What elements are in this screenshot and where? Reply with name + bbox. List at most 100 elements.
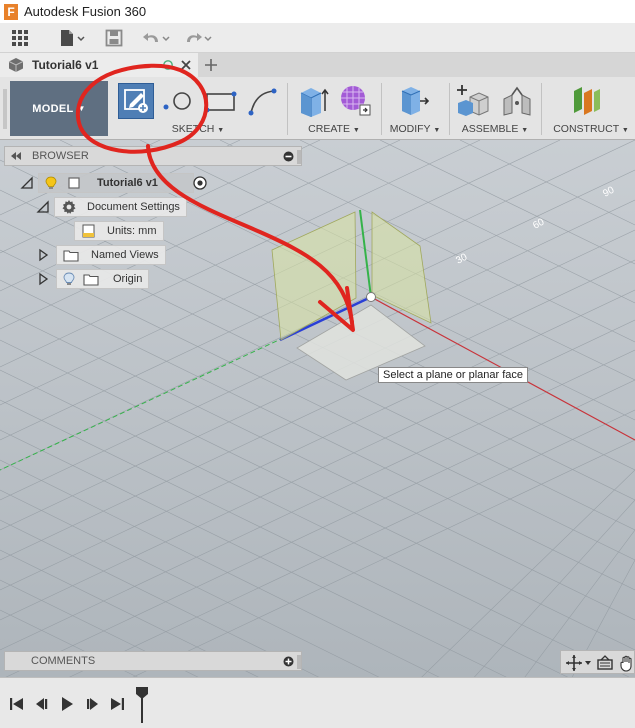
modify-group-menu[interactable]: MODIFY ▼	[386, 123, 444, 135]
arc-tool-button[interactable]	[246, 85, 280, 119]
redo-icon	[187, 32, 212, 42]
timeline-bar	[0, 677, 635, 728]
origin-box[interactable]: Origin	[56, 269, 150, 289]
document-settings-label: Document Settings	[87, 201, 180, 213]
file-menu-button[interactable]	[52, 25, 94, 51]
comments-title: COMMENTS	[31, 655, 96, 667]
skip-to-start-icon	[10, 698, 23, 710]
caret-down-icon: ▼	[217, 127, 225, 134]
caret-down-icon: ▼	[352, 127, 360, 134]
browser-header[interactable]: BROWSER	[4, 146, 302, 166]
document-tab[interactable]: Tutorial6 v1	[0, 53, 198, 77]
caret-down-icon: ▼	[521, 127, 529, 134]
toolbar-separator	[541, 83, 542, 135]
press-pull-button[interactable]	[396, 83, 430, 117]
plus-icon	[205, 59, 217, 71]
add-comment-icon[interactable]	[283, 656, 294, 667]
expand-triangle-icon[interactable]	[36, 200, 50, 214]
save-icon	[105, 29, 123, 46]
folder-icon	[83, 274, 99, 286]
data-panel-button[interactable]	[0, 25, 40, 51]
minus-circle-icon[interactable]	[283, 151, 294, 162]
collapsed-triangle-icon[interactable]	[36, 248, 50, 262]
create-group-menu[interactable]: CREATE ▼	[300, 123, 368, 135]
collapsed-triangle-icon[interactable]	[36, 272, 50, 286]
undo-button[interactable]	[140, 25, 176, 51]
redo-button[interactable]	[182, 25, 218, 51]
timeline-next-button[interactable]	[83, 695, 101, 713]
circle-tool-button[interactable]	[160, 85, 194, 119]
tree-root-label: Tutorial6 v1	[97, 177, 158, 189]
modify-group-label: MODIFY	[389, 123, 431, 135]
press-pull-icon	[401, 87, 430, 115]
sketch-group-menu[interactable]: SKETCH ▼	[166, 123, 230, 135]
form-sculpt-icon	[341, 86, 371, 116]
assemble-group-menu[interactable]: ASSEMBLE ▼	[455, 123, 535, 135]
saved-status-icon	[163, 60, 173, 70]
save-button[interactable]	[98, 25, 130, 51]
create-group-label: CREATE	[308, 123, 350, 135]
timeline-previous-button[interactable]	[33, 695, 51, 713]
named-views-box[interactable]: Named Views	[56, 245, 166, 265]
toolbar-grip-icon	[3, 89, 7, 129]
orbit-icon[interactable]	[565, 654, 583, 672]
toolbar-separator	[287, 83, 288, 135]
create-sketch-button[interactable]	[118, 83, 154, 119]
tree-item-named-views[interactable]: Named Views	[36, 245, 166, 265]
joint-button[interactable]	[500, 83, 534, 117]
window-title: Autodesk Fusion 360	[24, 4, 147, 19]
origin-point[interactable]	[366, 292, 376, 302]
origin-label: Origin	[113, 273, 143, 285]
extrude-button[interactable]	[296, 83, 330, 117]
expand-triangle-icon[interactable]	[20, 176, 34, 190]
toolbar-separator	[449, 83, 450, 135]
main-toolbar: MODEL ▼ SKETCH ▼ CREATE ▼ MODIFY ▼ ASSEM…	[0, 77, 635, 140]
tree-item-document-settings[interactable]: Document Settings	[36, 197, 187, 217]
folder-icon	[63, 250, 79, 262]
timeline-play-button[interactable]	[58, 695, 76, 713]
close-tab-icon[interactable]	[180, 59, 192, 71]
lightbulb-icon[interactable]	[45, 176, 57, 190]
new-tab-button[interactable]	[198, 53, 224, 77]
lightbulb-off-icon[interactable]	[63, 272, 75, 286]
tree-item-origin[interactable]: Origin	[36, 269, 150, 289]
collapse-panel-icon[interactable]	[10, 151, 22, 161]
tree-root-box[interactable]: Tutorial6 v1	[38, 173, 194, 193]
document-settings-box[interactable]: Document Settings	[54, 197, 187, 217]
timeline-marker-handle[interactable]	[134, 686, 150, 724]
pan-hand-icon[interactable]	[619, 654, 635, 672]
new-component-button[interactable]	[456, 83, 490, 117]
timeline-last-button[interactable]	[108, 695, 126, 713]
tree-root[interactable]: Tutorial6 v1	[20, 173, 208, 193]
create-form-button[interactable]	[338, 83, 372, 117]
activate-radio-icon[interactable]	[192, 175, 208, 191]
timeline-first-button[interactable]	[8, 695, 26, 713]
sketch-group-label: SKETCH	[171, 123, 215, 135]
assemble-group-label: ASSEMBLE	[461, 123, 519, 135]
browser-title: BROWSER	[32, 150, 89, 162]
units-box[interactable]: Units: mm	[74, 221, 164, 241]
gear-icon	[62, 200, 76, 214]
rectangle-icon	[204, 91, 237, 113]
construct-group-menu[interactable]: CONSTRUCT ▼	[550, 123, 632, 135]
look-at-icon[interactable]	[596, 655, 614, 671]
center-circle-icon	[163, 92, 191, 110]
arc-icon	[248, 88, 277, 116]
units-label: Units: mm	[107, 225, 157, 237]
tree-item-units[interactable]: Units: mm	[74, 221, 164, 241]
step-back-icon	[36, 698, 48, 710]
comments-panel-header[interactable]: COMMENTS	[4, 651, 302, 671]
joint-icon	[503, 86, 531, 116]
selection-tooltip: Select a plane or planar face	[378, 367, 529, 383]
navigation-bar	[560, 650, 635, 674]
document-tab-bar: Tutorial6 v1	[0, 53, 635, 77]
grid-menu-icon	[12, 29, 28, 46]
offset-plane-button[interactable]	[570, 83, 604, 117]
panel-pin-icon[interactable]	[297, 150, 301, 164]
panel-pin-icon[interactable]	[297, 655, 301, 669]
fusion-logo-icon: F	[4, 3, 18, 20]
rectangle-tool-button[interactable]	[203, 85, 237, 119]
caret-down-icon[interactable]	[584, 660, 592, 666]
file-icon	[61, 29, 85, 46]
workspace-switcher-button[interactable]: MODEL ▼	[10, 81, 108, 136]
